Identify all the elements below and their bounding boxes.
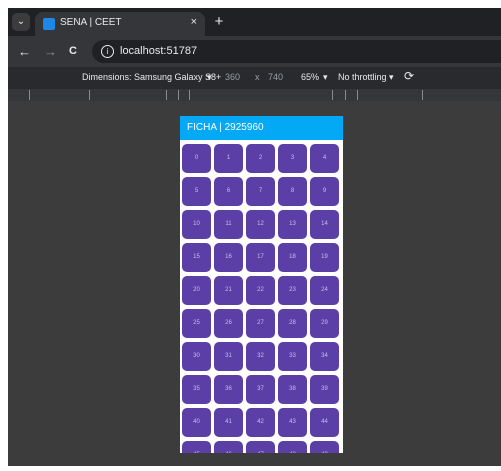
height-field[interactable]: 740 — [268, 72, 283, 82]
grid-cell[interactable]: 36 — [214, 375, 243, 404]
grid-cell[interactable]: 40 — [182, 408, 211, 437]
app-bar: FICHA | 2925960 — [180, 116, 343, 140]
grid-cell[interactable]: 39 — [310, 375, 339, 404]
grid-cell[interactable]: 25 — [182, 309, 211, 338]
page-title: FICHA | 2925960 — [187, 122, 264, 133]
width-field[interactable]: 360 — [225, 72, 240, 82]
grid-cell[interactable]: 30 — [182, 342, 211, 371]
ruler-tick — [345, 90, 346, 100]
grid-cell[interactable]: 8 — [278, 177, 307, 206]
chevron-down-icon[interactable]: ▾ — [389, 72, 394, 83]
favicon-icon — [43, 18, 55, 30]
ruler-tick — [357, 90, 358, 100]
grid-cell[interactable]: 43 — [278, 408, 307, 437]
grid-cell[interactable]: 47 — [246, 441, 275, 453]
ruler-tick — [29, 90, 30, 100]
address-bar: ← → C i localhost:51787 — [8, 36, 501, 67]
tab-strip: ⌄ SENA | CEET × + — [8, 8, 501, 36]
grid-cell[interactable]: 33 — [278, 342, 307, 371]
grid-cell[interactable]: 31 — [214, 342, 243, 371]
grid-cell[interactable]: 28 — [278, 309, 307, 338]
close-icon[interactable]: × — [191, 16, 197, 28]
grid-cell[interactable]: 22 — [246, 276, 275, 305]
tab-search-icon[interactable]: ⌄ — [12, 13, 30, 31]
grid-cell[interactable]: 45 — [182, 441, 211, 453]
grid-cell[interactable]: 35 — [182, 375, 211, 404]
media-query-ruler[interactable] — [8, 89, 501, 101]
browser-window: ⌄ SENA | CEET × + ← → C i localhost:5178… — [8, 8, 501, 466]
ruler-tick — [332, 90, 333, 100]
throttling-select[interactable]: No throttling — [338, 72, 387, 82]
grid-cell[interactable]: 15 — [182, 243, 211, 272]
grid-cell[interactable]: 48 — [278, 441, 307, 453]
grid-cell[interactable]: 13 — [278, 210, 307, 239]
grid-cell[interactable]: 18 — [278, 243, 307, 272]
grid-cell[interactable]: 27 — [246, 309, 275, 338]
grid-cell[interactable]: 11 — [214, 210, 243, 239]
chevron-down-icon[interactable]: ▾ — [323, 72, 328, 83]
grid-cell[interactable]: 44 — [310, 408, 339, 437]
grid-cell[interactable]: 5 — [182, 177, 211, 206]
grid-cell[interactable]: 21 — [214, 276, 243, 305]
grid-cell[interactable]: 49 — [310, 441, 339, 453]
times-label: x — [255, 72, 260, 82]
ruler-tick — [189, 90, 190, 100]
grid-cell[interactable]: 38 — [278, 375, 307, 404]
active-tab[interactable]: SENA | CEET × — [35, 12, 205, 36]
grid-cell[interactable]: 23 — [278, 276, 307, 305]
plus-icon[interactable]: + — [210, 13, 228, 31]
grid-cell[interactable]: 2 — [246, 144, 275, 173]
url-field[interactable]: i localhost:51787 — [92, 40, 501, 63]
url-text[interactable]: localhost:51787 — [120, 45, 197, 57]
info-icon[interactable]: i — [101, 45, 114, 58]
device-dimensions-select[interactable]: Dimensions: Samsung Galaxy S8+ — [82, 72, 221, 82]
rotate-icon[interactable]: ⟳ — [404, 69, 414, 83]
reload-icon[interactable]: C — [69, 45, 77, 57]
grid-cell[interactable]: 6 — [214, 177, 243, 206]
device-toolbar: Dimensions: Samsung Galaxy S8+ ▾ 360 x 7… — [8, 67, 501, 89]
grid-cell[interactable]: 32 — [246, 342, 275, 371]
grid-cell[interactable]: 29 — [310, 309, 339, 338]
grid-cell[interactable]: 14 — [310, 210, 339, 239]
grid-cell[interactable]: 10 — [182, 210, 211, 239]
ruler-tick — [422, 90, 423, 100]
grid-cell[interactable]: 16 — [214, 243, 243, 272]
grid-cell[interactable]: 9 — [310, 177, 339, 206]
grid-cell[interactable]: 3 — [278, 144, 307, 173]
grid-cell[interactable]: 20 — [182, 276, 211, 305]
grid-cell[interactable]: 7 — [246, 177, 275, 206]
tab-title: SENA | CEET — [60, 17, 122, 28]
zoom-select[interactable]: 65% — [301, 72, 319, 82]
grid-cell[interactable]: 1 — [214, 144, 243, 173]
grid-cell[interactable]: 4 — [310, 144, 339, 173]
grid-cell[interactable]: 24 — [310, 276, 339, 305]
grid-cell[interactable]: 34 — [310, 342, 339, 371]
ruler-tick — [89, 90, 90, 100]
grid-cell[interactable]: 46 — [214, 441, 243, 453]
ruler-tick — [178, 90, 179, 100]
grid-cell[interactable]: 26 — [214, 309, 243, 338]
ruler-tick — [166, 90, 167, 100]
forward-arrow-icon[interactable]: → — [44, 44, 57, 59]
grid-cell[interactable]: 37 — [246, 375, 275, 404]
back-arrow-icon[interactable]: ← — [18, 44, 31, 59]
grid-cell[interactable]: 17 — [246, 243, 275, 272]
grid-cell[interactable]: 19 — [310, 243, 339, 272]
grid-cell[interactable]: 12 — [246, 210, 275, 239]
grid-cell[interactable]: 41 — [214, 408, 243, 437]
grid-cell[interactable]: 0 — [182, 144, 211, 173]
device-screen[interactable]: FICHA | 2925960 0 1 2 3 4 5 6 7 8 9 10 11 12 13 14 15 16… — [180, 116, 343, 453]
chevron-down-icon[interactable]: ▾ — [207, 72, 212, 83]
grid-cell[interactable]: 42 — [246, 408, 275, 437]
device-viewport-area: FICHA | 2925960 0 1 2 3 4 5 6 7 8 9 10 11 12 13 14 15 16… — [8, 101, 501, 466]
